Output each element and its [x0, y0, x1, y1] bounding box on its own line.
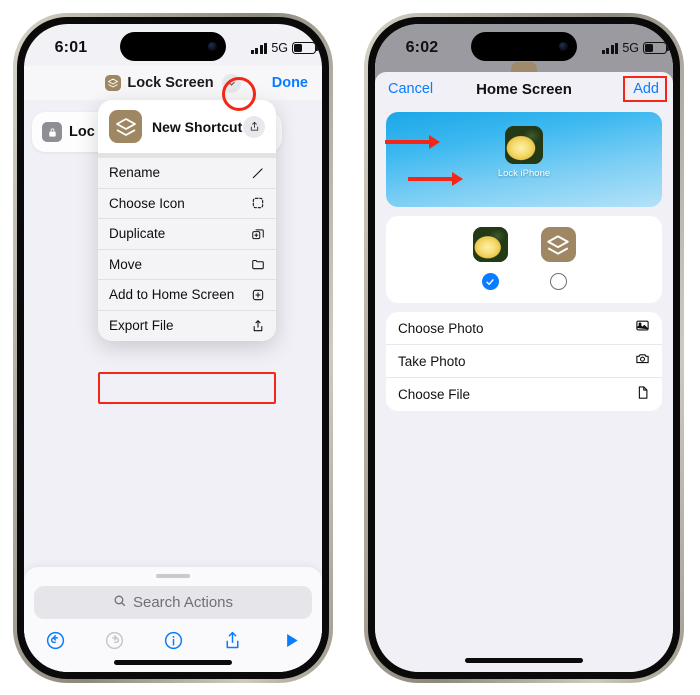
left-phone-bezel: 6:01 5G Lock Screen Done Loc New Shortcu…	[17, 17, 329, 679]
annotation-arrow-radio	[385, 135, 440, 149]
menu-item-label: Choose Icon	[109, 195, 185, 211]
status-time: 6:01	[54, 39, 88, 56]
home-indicator	[465, 658, 583, 663]
network-label: 5G	[622, 41, 639, 55]
menu-item-label: Add to Home Screen	[109, 287, 235, 303]
icon-options	[472, 227, 576, 290]
search-icon	[113, 594, 126, 612]
annotation-box-add	[623, 76, 667, 102]
left-phone-frame: 6:01 5G Lock Screen Done Loc New Shortcu…	[13, 13, 333, 683]
left-canvas: Loc New Shortcut Rename Choose Icon Dupl…	[24, 100, 322, 672]
list-item-label: Choose Photo	[398, 320, 484, 336]
menu-item-label: Rename	[109, 165, 161, 181]
right-status-bar: 6:02 5G	[375, 24, 673, 66]
photo-icon	[635, 318, 650, 338]
signal-bars-icon	[250, 42, 268, 54]
menu-item-add-to-home-screen[interactable]: Add to Home Screen	[98, 280, 276, 311]
icon-picker-card	[385, 135, 662, 303]
sheet-grabber[interactable]	[156, 574, 190, 579]
dynamic-island	[471, 32, 577, 61]
right-phone-screen: 6:02 5G Cancel Home Screen Add Lock iPho…	[375, 24, 673, 672]
list-item-take-photo[interactable]: Take Photo	[386, 345, 662, 378]
left-status-bar: 6:01 5G	[24, 24, 322, 66]
share-icon	[251, 319, 265, 333]
screenshot-stage: 6:01 5G Lock Screen Done Loc New Shortcu…	[0, 0, 700, 695]
done-button[interactable]: Done	[272, 75, 308, 91]
icon-option-photo[interactable]	[472, 227, 508, 290]
annotation-box-add-to-home-screen	[98, 372, 276, 404]
plus-square-icon	[251, 288, 265, 302]
list-item-label: Choose File	[398, 387, 471, 402]
signal-bars-icon	[601, 42, 619, 54]
sheet-navbar: Cancel Home Screen Add	[375, 72, 673, 106]
right-phone-bezel: 6:02 5G Cancel Home Screen Add Lock iPho…	[368, 17, 680, 679]
annotation-arrow-label	[408, 172, 463, 186]
search-actions-input[interactable]: Search Actions	[34, 586, 312, 620]
left-navbar: Lock Screen Done	[24, 66, 322, 100]
folder-icon	[251, 257, 265, 271]
context-menu-header[interactable]: New Shortcut	[98, 100, 276, 153]
status-indicators: 5G	[250, 35, 319, 55]
context-menu: New Shortcut Rename Choose Icon Duplicat…	[98, 100, 276, 341]
photo-thumbnail	[505, 126, 543, 164]
status-indicators: 5G	[601, 35, 670, 55]
shortcut-layers-icon	[109, 110, 142, 143]
icon-option-shortcut-glyph[interactable]	[540, 227, 576, 290]
icon-source-list: Choose Photo Take Photo Choose File	[386, 312, 662, 411]
cancel-button[interactable]: Cancel	[388, 81, 433, 97]
left-bottom-bar: Search Actions	[24, 567, 322, 672]
info-icon[interactable]	[162, 629, 184, 651]
home-indicator	[114, 660, 232, 665]
status-time: 6:02	[405, 39, 439, 56]
pencil-icon	[251, 166, 265, 180]
document-icon	[635, 385, 650, 405]
left-phone-screen: 6:01 5G Lock Screen Done Loc New Shortcu…	[24, 24, 322, 672]
menu-item-choose-icon[interactable]: Choose Icon	[98, 188, 276, 219]
front-camera-icon	[208, 42, 217, 51]
play-icon[interactable]	[280, 629, 302, 651]
shortcut-layers-icon	[540, 227, 576, 262]
editor-toolbar	[34, 619, 312, 651]
dynamic-island	[120, 32, 226, 61]
home-screen-sheet: Cancel Home Screen Add Lock iPhone Choos…	[375, 72, 673, 672]
dashed-square-icon	[251, 196, 265, 210]
menu-item-label: Duplicate	[109, 226, 166, 242]
menu-item-duplicate[interactable]: Duplicate	[98, 219, 276, 250]
menu-item-rename[interactable]: Rename	[98, 158, 276, 189]
list-item-label: Take Photo	[398, 353, 466, 369]
network-label: 5G	[271, 41, 288, 55]
shortcut-layers-icon	[105, 75, 122, 91]
radio-selected-icon[interactable]	[481, 273, 499, 290]
sheet-title: Home Screen	[476, 80, 572, 98]
battery-icon	[643, 42, 670, 54]
menu-item-move[interactable]: Move	[98, 249, 276, 280]
radio-unselected-icon[interactable]	[549, 273, 567, 290]
lock-icon	[42, 122, 62, 142]
battery-icon	[292, 42, 319, 54]
duplicate-icon	[251, 227, 265, 241]
page-title: Lock Screen	[127, 75, 214, 91]
search-placeholder: Search Actions	[132, 594, 234, 612]
menu-item-label: Export File	[109, 318, 174, 334]
menu-item-label: Move	[109, 256, 143, 272]
action-card-label: Loc	[69, 124, 95, 140]
redo-icon	[103, 629, 125, 651]
shortcut-name: New Shortcut	[152, 118, 243, 135]
preview-app-icon	[505, 126, 543, 164]
home-screen-preview: Lock iPhone	[386, 112, 662, 207]
right-phone-frame: 6:02 5G Cancel Home Screen Add Lock iPho…	[364, 13, 684, 683]
share-icon[interactable]	[221, 629, 243, 651]
undo-icon[interactable]	[44, 629, 66, 651]
front-camera-icon	[559, 42, 568, 51]
camera-icon	[635, 351, 650, 371]
share-icon[interactable]	[243, 115, 265, 138]
list-item-choose-photo[interactable]: Choose Photo	[386, 312, 662, 345]
shortcut-title-group[interactable]: Lock Screen	[105, 73, 241, 93]
preview-app-label: Lock iPhone	[497, 168, 551, 179]
list-item-choose-file[interactable]: Choose File	[386, 378, 662, 411]
annotation-circle-chevron	[222, 77, 256, 111]
menu-item-export-file[interactable]: Export File	[98, 310, 276, 341]
photo-thumbnail	[472, 227, 508, 262]
